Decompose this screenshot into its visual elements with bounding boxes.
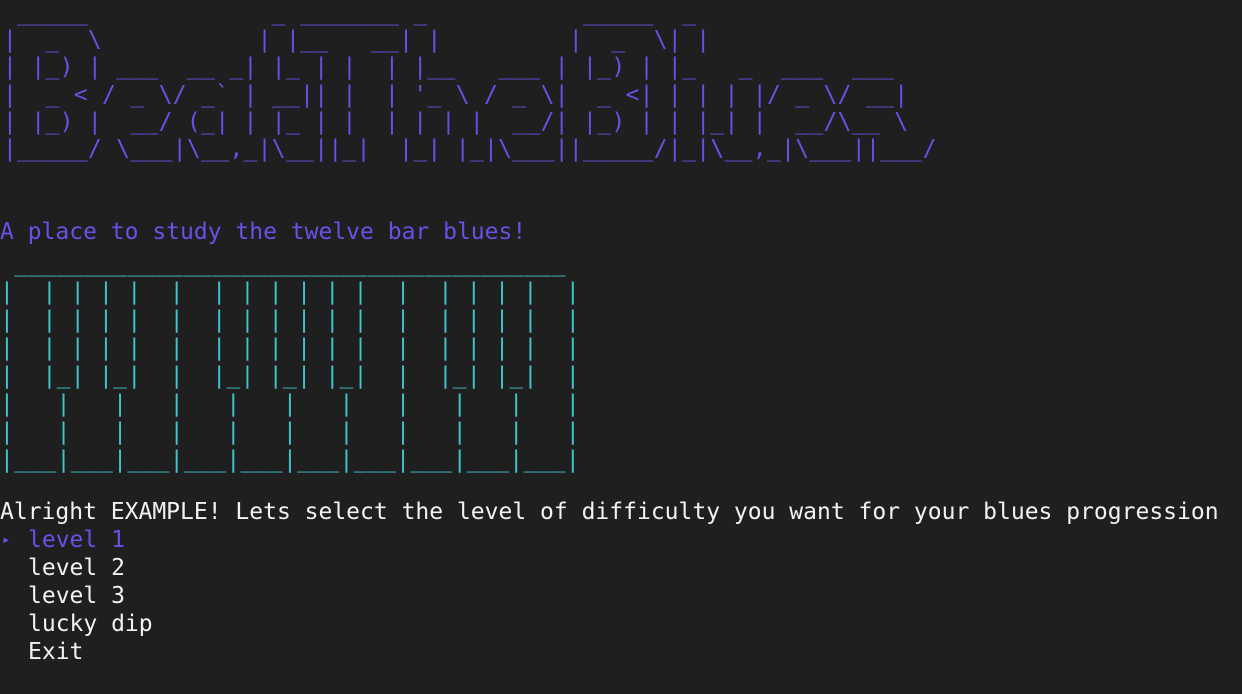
menu-item-exit[interactable]: Exit bbox=[0, 638, 153, 666]
terminal-window: _____ _ _______ _ _____ _ | _ \ | |__ __… bbox=[0, 0, 1242, 694]
beat-the-blues-ascii-logo: _____ _ _______ _ _____ _ | _ \ | |__ __… bbox=[3, 0, 937, 163]
menu-item-label: Exit bbox=[28, 639, 84, 665]
menu-item-level-1[interactable]: ▸ level 1 bbox=[0, 526, 153, 554]
menu-item-label: level 3 bbox=[28, 583, 125, 609]
piano-keyboard-ascii-art: _______________________________________ … bbox=[0, 251, 581, 473]
menu-item-level-2[interactable]: level 2 bbox=[0, 554, 153, 582]
menu-item-level-3[interactable]: level 3 bbox=[0, 582, 153, 610]
menu-item-label: lucky dip bbox=[28, 611, 153, 637]
difficulty-prompt: Alright EXAMPLE! Lets select the level o… bbox=[0, 499, 1219, 525]
menu-item-label: level 1 bbox=[28, 527, 125, 553]
tagline: A place to study the twelve bar blues! bbox=[0, 219, 527, 245]
difficulty-menu: ▸ level 1 level 2 level 3 lucky dip Exit bbox=[0, 526, 153, 666]
selection-cursor-icon: ▸ bbox=[2, 532, 11, 548]
menu-item-label: level 2 bbox=[28, 555, 125, 581]
menu-item-lucky-dip[interactable]: lucky dip bbox=[0, 610, 153, 638]
